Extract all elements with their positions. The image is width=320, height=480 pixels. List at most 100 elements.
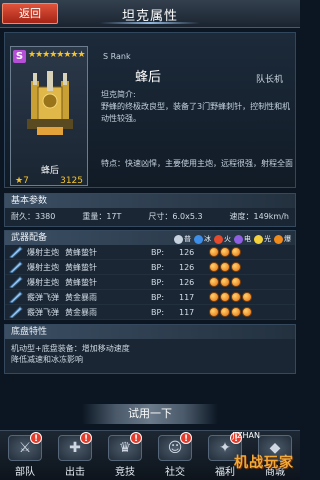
bp-value: 126 xyxy=(179,277,195,287)
upgrade-orbs xyxy=(209,262,241,272)
weapon-name: 黄蜂蛰针 xyxy=(65,277,97,287)
element-dot-icon xyxy=(254,234,263,244)
alert-badge-icon: ! xyxy=(180,432,192,444)
alert-badge-icon: ! xyxy=(30,432,42,444)
upgrade-orb-icon xyxy=(220,307,230,317)
element-legend-item: 光 xyxy=(254,232,271,246)
stat-size: 尺寸：6.0x5.3 xyxy=(148,212,203,221)
element-label: 光 xyxy=(264,235,271,243)
upgrade-orb-icon xyxy=(231,247,241,257)
rank-badge: S xyxy=(13,50,26,63)
element-dot-icon xyxy=(194,234,203,244)
weapon-name: 黄蜂蛰针 xyxy=(65,262,97,272)
weapon-type: 霰弹飞弹 xyxy=(27,307,59,317)
upgrade-orb-icon xyxy=(220,262,230,272)
element-label: 火 xyxy=(224,235,231,243)
top-bar: 返回 坦克属性 xyxy=(0,0,300,28)
bp-label: BP: xyxy=(151,292,165,302)
element-label: 冰 xyxy=(204,235,211,243)
weapon-row[interactable]: 霰弹飞弹 黄金暴雨 BP: 117 xyxy=(5,290,295,305)
element-legend-item: 冰 xyxy=(194,232,211,246)
chassis-panel: 底盘特性 机动型+底盘装备：增加移动速度 降低减速和冰冻影响 xyxy=(4,324,296,374)
card-cost: 3125 xyxy=(60,176,83,186)
nav-label: 社交 xyxy=(165,467,185,478)
tank-summary-panel: S ★★★★★★★★ 蜂后 ★7 3125 S Rank 蜂后 队长机 坦克简介… xyxy=(4,32,296,188)
element-dot-icon xyxy=(214,234,223,244)
tank-name: 蜂后 xyxy=(135,70,162,85)
upgrade-orb-icon xyxy=(231,262,241,272)
upgrade-orb-icon xyxy=(220,247,230,257)
upgrade-orb-icon xyxy=(209,277,219,287)
weapons-title: 武器配备 普冰火电光爆 xyxy=(5,231,295,245)
weapon-row[interactable]: 爆射主炮 黄蜂蛰针 BP: 126 xyxy=(5,260,295,275)
trial-button[interactable]: 试用一下 xyxy=(82,404,218,424)
upgrade-orbs xyxy=(209,277,241,287)
weapon-icon xyxy=(9,306,23,318)
nav-item[interactable]: ⚔ 部队! xyxy=(0,431,50,480)
tank-card[interactable]: S ★★★★★★★★ 蜂后 ★7 3125 xyxy=(10,46,88,186)
element-dot-icon xyxy=(174,234,183,244)
alert-badge-icon: ! xyxy=(130,432,142,444)
upgrade-orbs xyxy=(209,247,241,257)
weapons-panel: 武器配备 普冰火电光爆 爆射主炮 黄蜂蛰针 BP: 126 爆射主炮 黄蜂蛰针 BP: 126… xyxy=(4,230,296,320)
nav-item[interactable]: ♛ 竞技! xyxy=(100,431,150,480)
weapon-icon xyxy=(9,276,23,288)
bp-value: 117 xyxy=(179,307,195,317)
weapon-row[interactable]: 霰弹飞弹 黄金暴雨 BP: 117 xyxy=(5,305,295,320)
nav-label: 部队 xyxy=(15,467,35,478)
basic-params-title: 基本参数 xyxy=(5,194,295,208)
bp-label: BP: xyxy=(151,307,165,317)
upgrade-orb-icon xyxy=(231,292,241,302)
stat-durability: 耐久：3380 xyxy=(11,212,56,221)
star-rating: ★★★★★★★★ xyxy=(28,50,86,60)
weapon-row[interactable]: 爆射主炮 黄蜂蛰针 BP: 126 xyxy=(5,245,295,260)
weapon-type: 爆射主炮 xyxy=(27,262,59,272)
upgrade-orb-icon xyxy=(209,262,219,272)
element-legend-item: 普 xyxy=(174,232,191,246)
upgrade-orbs xyxy=(209,292,252,302)
tank-intro: 坦克简介: 野蜂的终极改良型，装备了3门野蜂刺针，控制性和机动性较强。 xyxy=(101,89,291,149)
weapon-icon xyxy=(9,246,23,258)
weapon-name: 黄金暴雨 xyxy=(65,307,97,317)
weapon-type: 爆射主炮 xyxy=(27,247,59,257)
upgrade-orb-icon xyxy=(209,247,219,257)
weapon-icon xyxy=(9,291,23,303)
stat-weight: 重量：17T xyxy=(82,212,122,221)
tank-role: 队长机 xyxy=(255,75,283,85)
tank-image xyxy=(27,71,73,135)
nav-label: 出击 xyxy=(65,467,85,478)
title-underline xyxy=(100,22,200,24)
bp-value: 126 xyxy=(179,247,195,257)
chassis-title: 底盘特性 xyxy=(5,325,295,339)
weapon-name: 黄蜂蛰针 xyxy=(65,247,97,257)
upgrade-orb-icon xyxy=(209,307,219,317)
upgrade-orb-icon xyxy=(209,292,219,302)
element-dot-icon xyxy=(234,234,243,244)
element-legend: 普冰火电光爆 xyxy=(172,232,291,246)
weapon-row[interactable]: 爆射主炮 黄蜂蛰针 BP: 126 xyxy=(5,275,295,290)
nav-item[interactable]: ✚ 出击! xyxy=(50,431,100,480)
alert-badge-icon: ! xyxy=(80,432,92,444)
element-legend-item: 电 xyxy=(234,232,251,246)
chassis-desc: 机动型+底盘装备：增加移动速度 降低减速和冰冻影响 xyxy=(5,339,295,369)
chassis-line: 机动型+底盘装备：增加移动速度 xyxy=(11,344,130,353)
bp-value: 117 xyxy=(179,292,195,302)
weapon-type: 爆射主炮 xyxy=(27,277,59,287)
basic-params-panel: 基本参数 耐久：3380 重量：17T 尺寸：6.0x5.3 速度：149km/… xyxy=(4,193,296,227)
watermark: 机战玩家 xyxy=(234,455,294,471)
stat-speed: 速度：149km/h xyxy=(229,212,289,221)
bp-label: BP: xyxy=(151,262,165,272)
weapon-list: 爆射主炮 黄蜂蛰针 BP: 126 爆射主炮 黄蜂蛰针 BP: 126 爆射主炮 黄蜂蛰针 BP: 1… xyxy=(5,245,295,320)
element-label: 电 xyxy=(244,235,251,243)
basic-stats: 耐久：3380 重量：17T 尺寸：6.0x5.3 速度：149km/h xyxy=(5,208,295,225)
card-level: ★7 xyxy=(15,176,29,186)
bp-label: BP: xyxy=(151,277,165,287)
upgrade-orbs xyxy=(209,307,252,317)
nav-item[interactable]: ☺ 社交! xyxy=(150,431,200,480)
bp-label: BP: xyxy=(151,247,165,257)
upgrade-orb-icon xyxy=(242,292,252,302)
chassis-line: 降低减速和冰冻影响 xyxy=(11,355,83,364)
element-label: 爆 xyxy=(284,235,291,243)
bp-value: 126 xyxy=(179,262,195,272)
intro-text: 野蜂的终极改良型，装备了3门野蜂刺针，控制性和机动性较强。 xyxy=(101,102,291,123)
